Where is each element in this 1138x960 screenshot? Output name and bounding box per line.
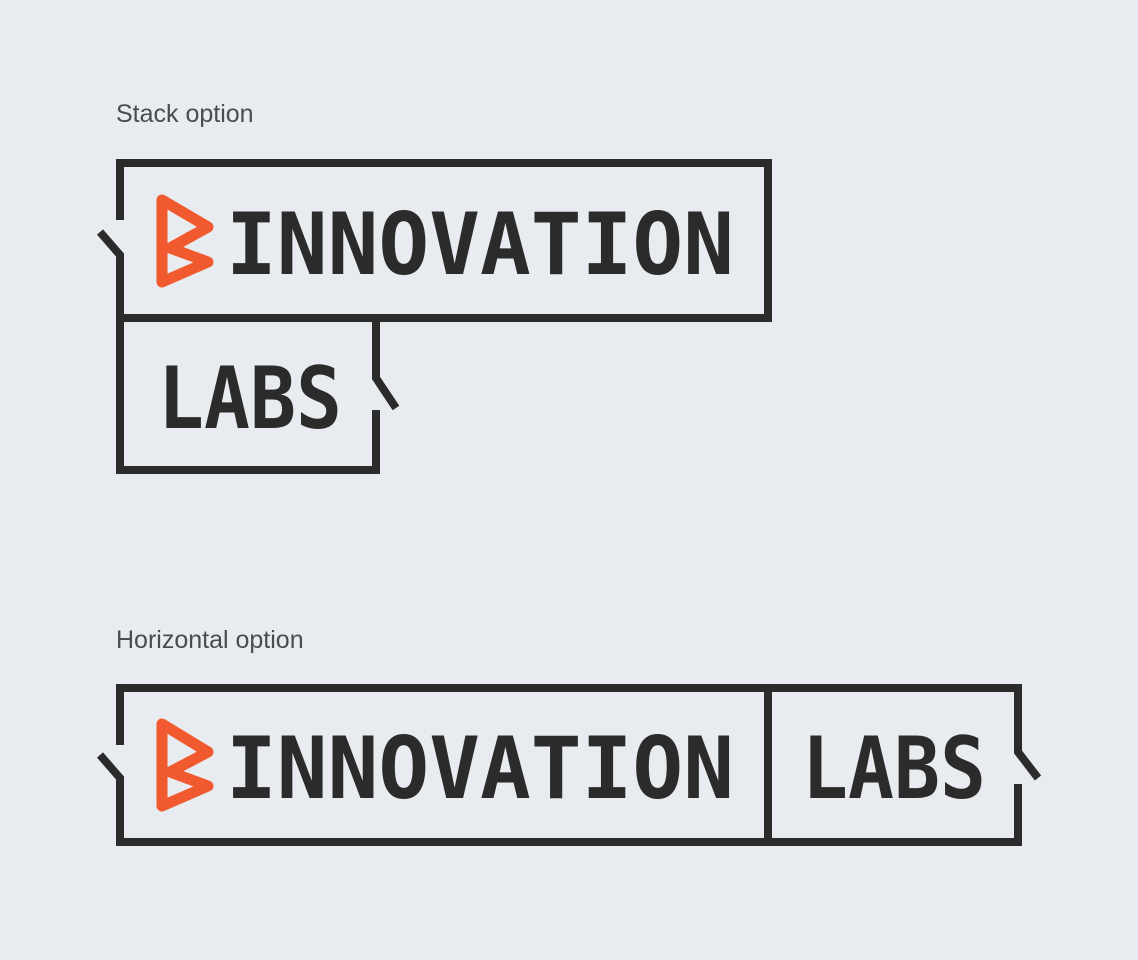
horizontal-word-innovation: INNOVATION <box>226 719 734 819</box>
chevron-mark-icon <box>156 718 214 812</box>
horizontal-logo: INNOVATION LABS <box>96 684 1042 846</box>
horizontal-word-labs: LABS <box>802 719 986 819</box>
